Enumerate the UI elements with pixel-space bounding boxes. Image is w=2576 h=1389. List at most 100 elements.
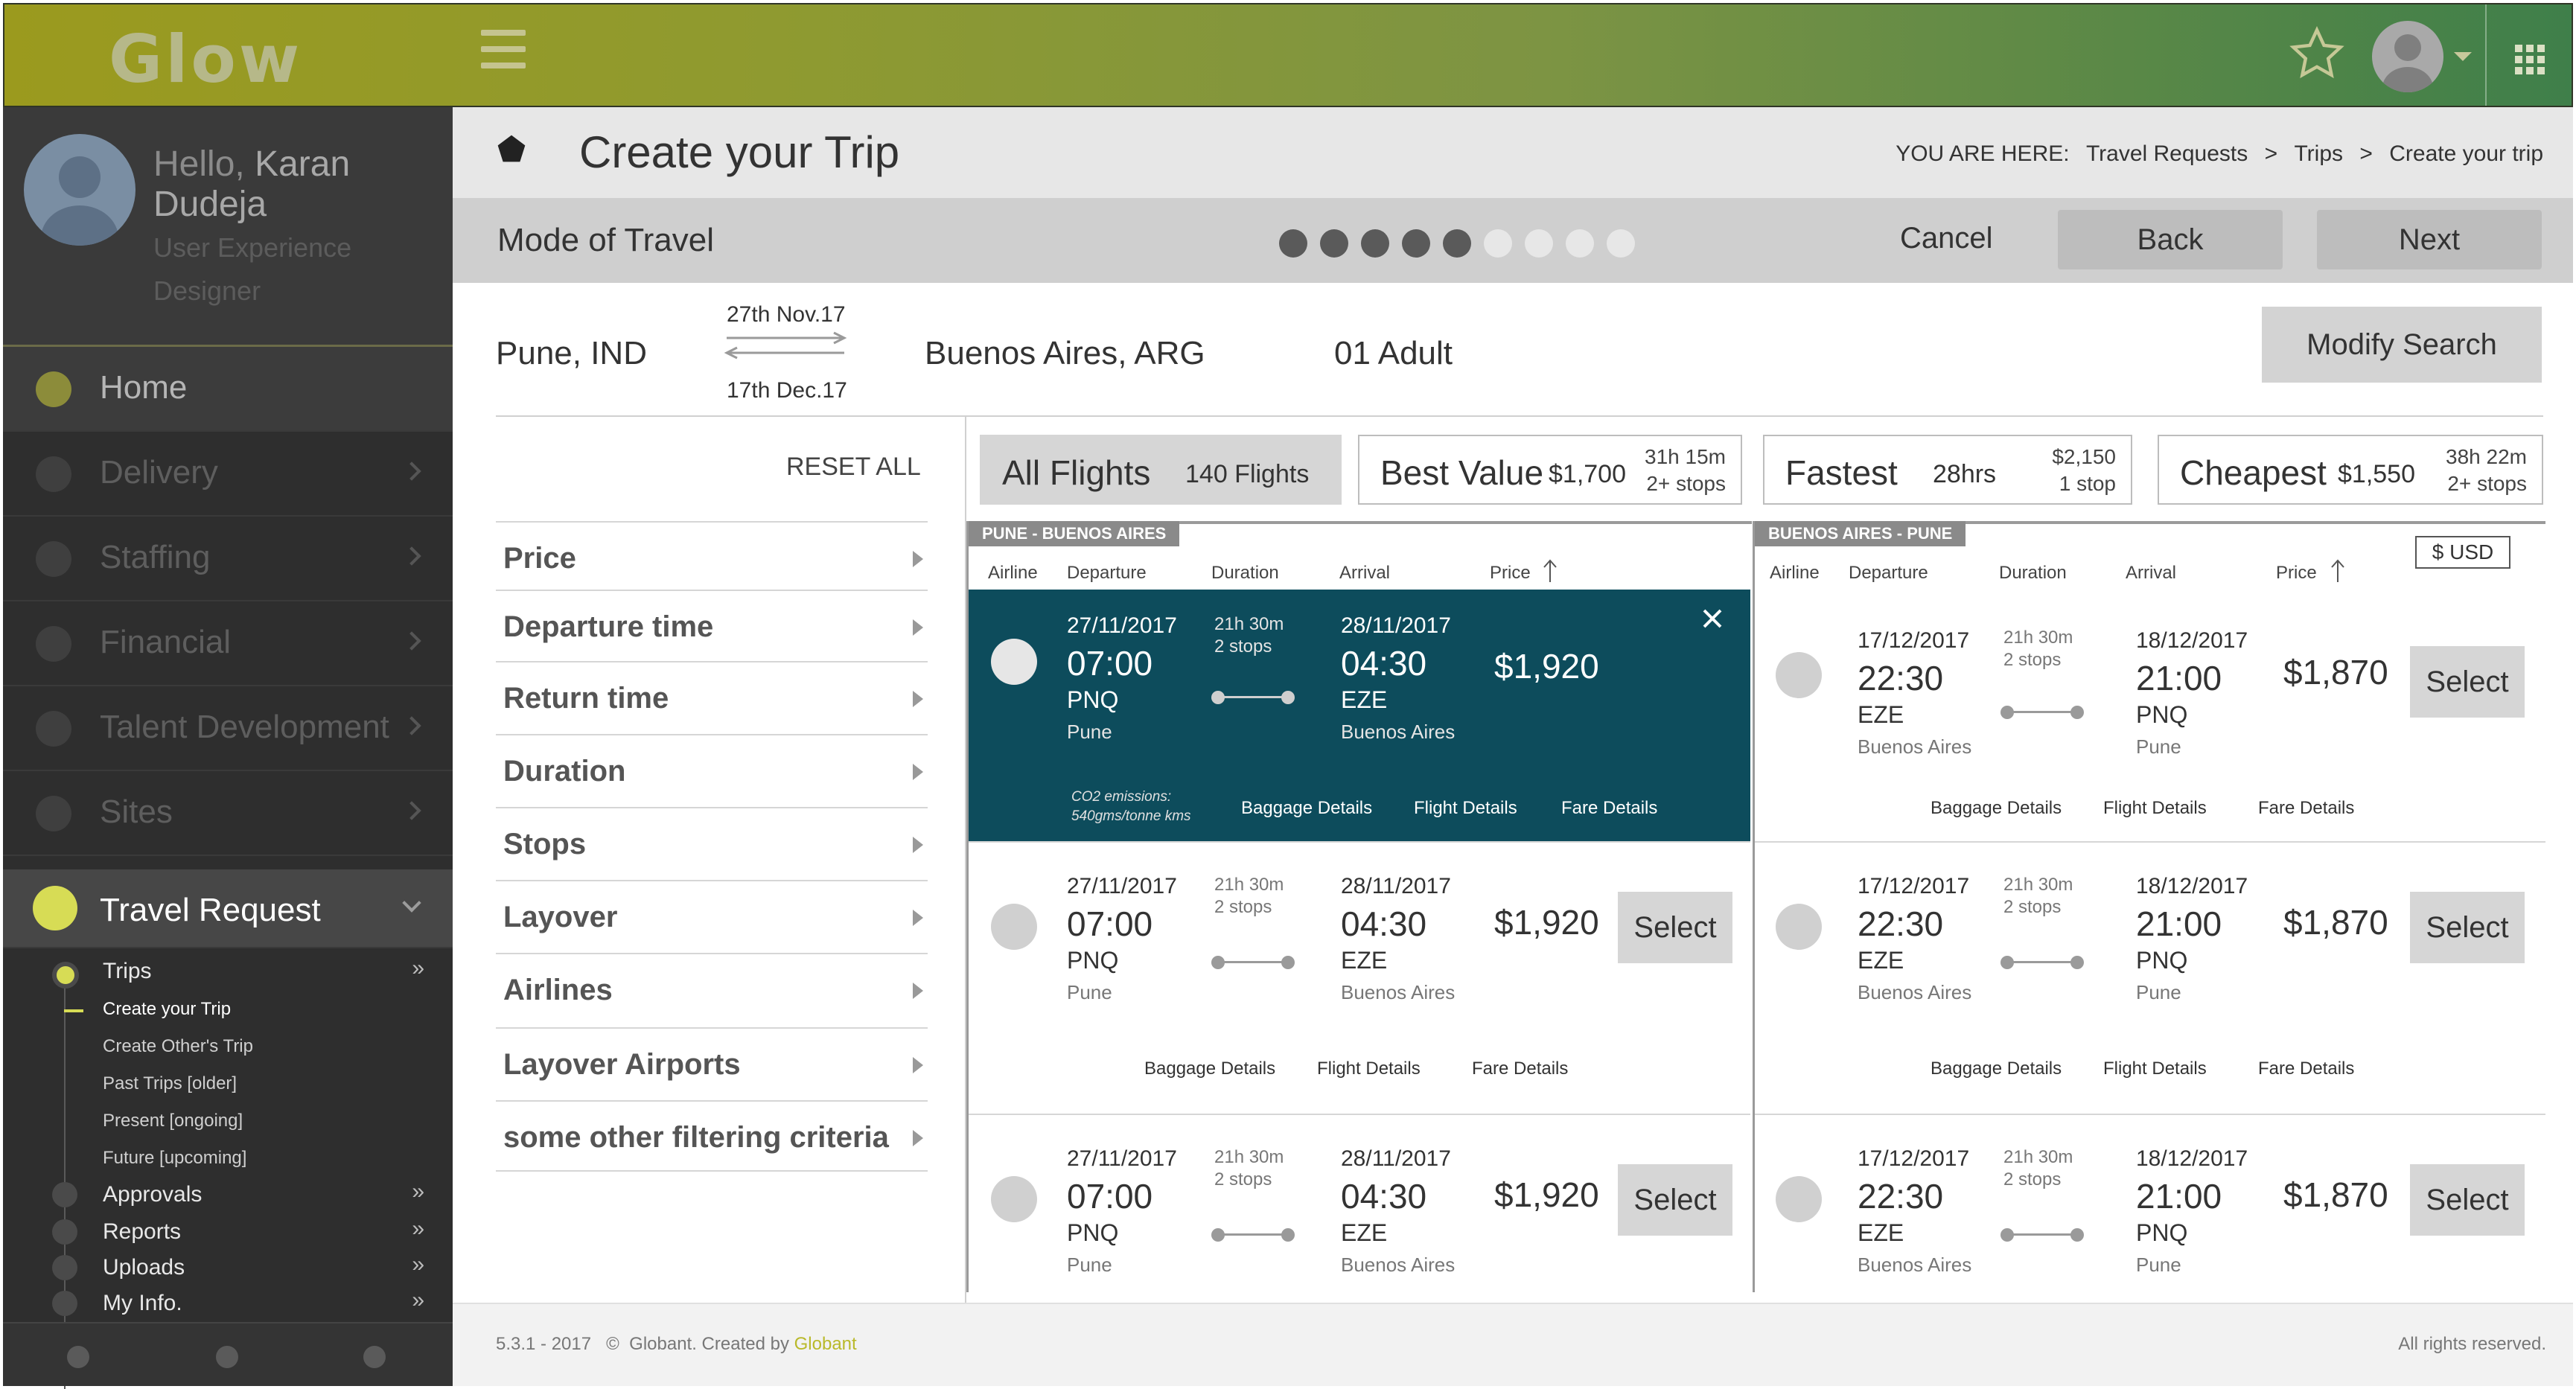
flight-radio[interactable] — [991, 639, 1037, 685]
column-header-arrival[interactable]: Arrival — [1339, 563, 1390, 584]
sidebar-item-travel-request[interactable]: Travel Request — [3, 869, 453, 948]
sidebar-item-home[interactable]: Home — [3, 347, 453, 432]
modify-search-button[interactable]: Modify Search — [2262, 307, 2542, 383]
next-button[interactable]: Next — [2317, 210, 2542, 269]
baggage-details-link[interactable]: Baggage Details — [1241, 798, 1372, 819]
sitemap-icon[interactable] — [67, 1346, 89, 1368]
select-button[interactable]: Select — [2410, 1164, 2525, 1236]
double-chevron-icon[interactable]: » — [412, 1288, 424, 1313]
flight-radio[interactable] — [1776, 652, 1822, 698]
currency-selector[interactable]: $ USD — [2415, 536, 2510, 569]
column-header-departure[interactable]: Departure — [1067, 563, 1147, 584]
sidebar-item-sites[interactable]: Sites — [3, 771, 453, 856]
back-button[interactable]: Back — [2058, 210, 2283, 269]
flight-row[interactable]: 17/12/2017 22:30 EZE Buenos Aires 21h 30… — [1755, 843, 2545, 1115]
select-button[interactable]: Select — [2410, 892, 2525, 963]
flight-row[interactable]: 17/12/2017 22:30 EZE Buenos Aires 21h 30… — [1755, 590, 2545, 843]
flight-radio[interactable] — [991, 904, 1037, 950]
close-icon[interactable] — [1700, 606, 1725, 631]
apps-grid-icon[interactable] — [2515, 45, 2545, 74]
tab-cheapest[interactable]: Cheapest $1,550 38h 22m 2+ stops — [2158, 435, 2543, 505]
star-icon[interactable] — [2289, 25, 2345, 82]
baggage-details-link[interactable]: Baggage Details — [1144, 1058, 1275, 1079]
sidebar-item-talent-development[interactable]: Talent Development — [3, 686, 453, 771]
tab-best-value[interactable]: Best Value $1,700 31h 15m 2+ stops — [1358, 435, 1742, 505]
filter-price[interactable]: Price — [496, 521, 928, 593]
filter-airlines[interactable]: Airlines — [496, 953, 928, 1024]
breadcrumb-item[interactable]: Trips — [2294, 141, 2343, 166]
hamburger-icon[interactable] — [481, 30, 526, 71]
select-button[interactable]: Select — [1618, 1164, 1732, 1236]
filter-stops[interactable]: Stops — [496, 807, 928, 878]
column-header-duration[interactable]: Duration — [1211, 563, 1279, 584]
double-chevron-icon[interactable]: » — [412, 1252, 424, 1277]
flight-radio[interactable] — [1776, 1176, 1822, 1222]
sidebar-item-my-info[interactable]: My Info. — [103, 1291, 182, 1316]
sidebar-item-reports[interactable]: Reports — [103, 1219, 181, 1245]
chevron-down-icon[interactable] — [2454, 52, 2472, 61]
flight-row[interactable]: 27/11/2017 07:00 PNQ Pune 21h 30m 2 stop… — [969, 590, 1750, 843]
arrival-city: Buenos Aires — [1341, 981, 1456, 1003]
flight-details-link[interactable]: Flight Details — [2103, 798, 2207, 819]
sort-arrow-up-icon[interactable] — [1542, 558, 1558, 584]
sidebar-item-delivery[interactable]: Delivery — [3, 432, 453, 517]
flight-row[interactable]: 27/11/2017 07:00 PNQ Pune 21h 30m 2 stop… — [969, 1115, 1750, 1294]
baggage-details-link[interactable]: Baggage Details — [1931, 1058, 2062, 1079]
avatar[interactable] — [24, 134, 136, 246]
flight-row[interactable]: 17/12/2017 22:30 EZE Buenos Aires 21h 30… — [1755, 1115, 2545, 1294]
departure-time: 22:30 — [1858, 904, 1944, 943]
fare-details-link[interactable]: Fare Details — [2258, 1058, 2354, 1079]
flight-row[interactable]: 27/11/2017 07:00 PNQ Pune 21h 30m 2 stop… — [969, 843, 1750, 1115]
double-chevron-icon[interactable]: » — [412, 1179, 424, 1204]
fare-details-link[interactable]: Fare Details — [1472, 1058, 1568, 1079]
arrival-city: Pune — [2136, 981, 2181, 1003]
tab-fastest[interactable]: Fastest 28hrs $2,150 1 stop — [1763, 435, 2132, 505]
sidebar-item-create-your-trip[interactable]: Create your Trip — [103, 999, 231, 1020]
sidebar-item-financial[interactable]: Financial — [3, 601, 453, 686]
filter-departure-time[interactable]: Departure time — [496, 590, 928, 661]
sidebar-item-approvals[interactable]: Approvals — [103, 1182, 202, 1207]
filter-return-time[interactable]: Return time — [496, 661, 928, 732]
filter-duration[interactable]: Duration — [496, 734, 928, 805]
help-icon[interactable] — [363, 1346, 386, 1368]
select-button[interactable]: Select — [2410, 646, 2525, 718]
sidebar-item-uploads[interactable]: Uploads — [103, 1255, 185, 1280]
select-button[interactable]: Select — [1618, 892, 1732, 963]
sort-arrow-up-icon[interactable] — [2330, 558, 2346, 584]
filter-layover[interactable]: Layover — [496, 880, 928, 951]
column-header-price[interactable]: Price — [1490, 563, 1531, 584]
double-chevron-icon[interactable]: » — [412, 956, 424, 981]
sidebar-item-trips[interactable]: Trips — [103, 959, 152, 984]
column-header-price[interactable]: Price — [2276, 563, 2317, 584]
cancel-button[interactable]: Cancel — [1900, 222, 1993, 255]
column-header-airline[interactable]: Airline — [1770, 563, 1820, 584]
arrival-time: 04:30 — [1341, 1177, 1427, 1216]
fare-details-link[interactable]: Fare Details — [1561, 798, 1657, 819]
column-header-arrival[interactable]: Arrival — [2126, 563, 2176, 584]
sidebar-item-past-trips[interactable]: Past Trips [older] — [103, 1073, 237, 1094]
sidebar-item-create-others-trip[interactable]: Create Other's Trip — [103, 1036, 253, 1057]
column-header-departure[interactable]: Departure — [1849, 563, 1928, 584]
sidebar-item-future-trips[interactable]: Future [upcoming] — [103, 1148, 246, 1169]
flight-radio[interactable] — [1776, 904, 1822, 950]
sidebar-item-staffing[interactable]: Staffing — [3, 517, 453, 601]
double-chevron-icon[interactable]: » — [412, 1216, 424, 1242]
flight-details-link[interactable]: Flight Details — [1414, 798, 1517, 819]
filter-other[interactable]: some other filtering criteria — [496, 1100, 928, 1172]
flight-radio[interactable] — [991, 1176, 1037, 1222]
column-header-airline[interactable]: Airline — [988, 563, 1038, 584]
column-header-duration[interactable]: Duration — [1999, 563, 2067, 584]
breadcrumb-item[interactable]: Travel Requests — [2086, 141, 2248, 166]
app-logo[interactable]: Glow — [109, 21, 302, 98]
avatar[interactable] — [2372, 21, 2443, 92]
baggage-details-link[interactable]: Baggage Details — [1931, 798, 2062, 819]
settings-icon[interactable] — [216, 1346, 238, 1368]
tab-all-flights[interactable]: All Flights 140 Flights — [980, 435, 1342, 505]
flight-details-link[interactable]: Flight Details — [1317, 1058, 1421, 1079]
reset-all-button[interactable]: RESET ALL — [786, 453, 921, 482]
brand-link[interactable]: Globant — [794, 1334, 857, 1354]
sidebar-item-present-trips[interactable]: Present [ongoing] — [103, 1111, 243, 1131]
fare-details-link[interactable]: Fare Details — [2258, 798, 2354, 819]
flight-details-link[interactable]: Flight Details — [2103, 1058, 2207, 1079]
filter-layover-airports[interactable]: Layover Airports — [496, 1027, 928, 1099]
